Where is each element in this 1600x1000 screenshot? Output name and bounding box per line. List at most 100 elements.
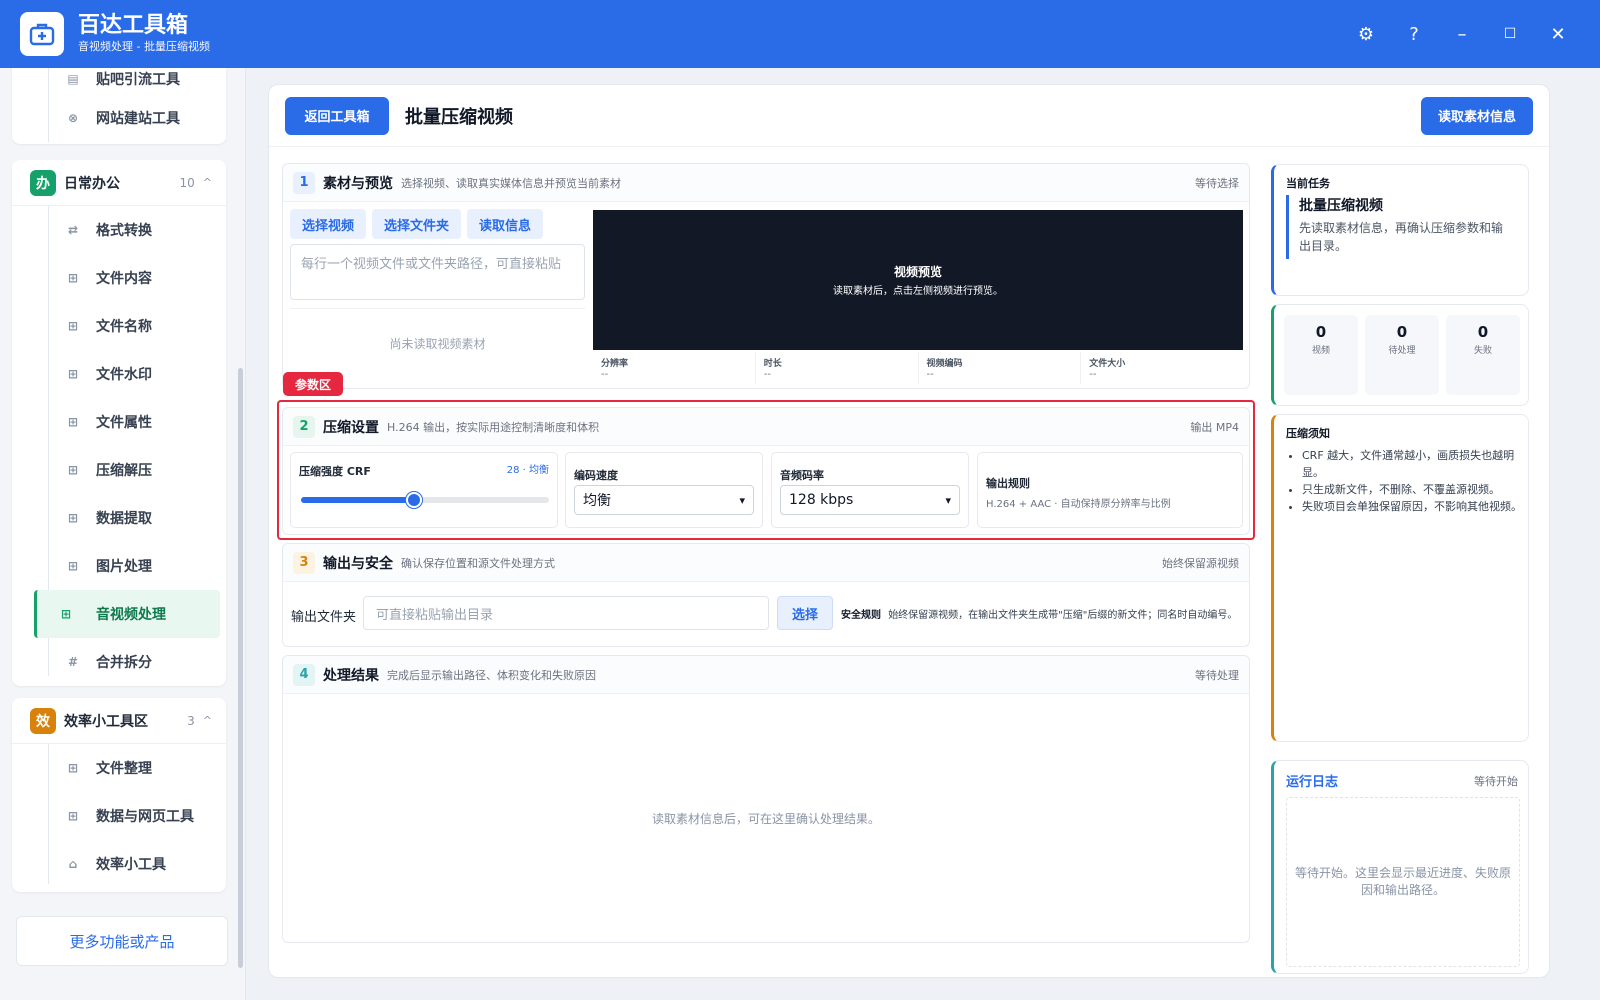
- section-desc: 完成后显示输出路径、体积变化和失败原因: [387, 668, 596, 682]
- section-output-safety: 3 输出与安全 确认保存位置和源文件处理方式 始终保留源视频 输出文件夹 可直接…: [282, 543, 1250, 647]
- meta-value: --: [601, 369, 609, 380]
- sidebar-item-audio-video[interactable]: ⊞ 音视频处理: [34, 590, 220, 638]
- safety-rule-label: 安全规则: [841, 610, 881, 621]
- hash-icon: #: [67, 655, 79, 669]
- section-title: 处理结果: [323, 667, 379, 684]
- chevron-up-icon[interactable]: ^: [203, 176, 212, 189]
- more-products-button[interactable]: 更多功能或产品: [16, 916, 228, 966]
- group-header-office[interactable]: 办 日常办公 10 ^: [12, 160, 226, 206]
- sidebar-item-efficiency-tools[interactable]: ⌂ 效率小工具: [12, 840, 226, 888]
- chevron-down-icon: ▾: [739, 493, 745, 507]
- sidebar-item-data-web-tools[interactable]: ⊞ 数据与网页工具: [12, 792, 226, 840]
- group-name: 效率小工具区: [64, 713, 148, 730]
- stat-number: 0: [1315, 323, 1327, 341]
- sidebar-item-tieba[interactable]: ▤ 贴吧引流工具: [12, 68, 226, 94]
- grid-icon: ⊞: [67, 559, 79, 573]
- notice-item: CRF 越大，文件通常越小，画质损失也越明显。: [1302, 447, 1524, 481]
- back-to-toolbox-button[interactable]: 返回工具箱: [285, 96, 389, 135]
- path-input[interactable]: 每行一个视频文件或文件夹路径，可直接粘贴: [290, 244, 585, 300]
- param-area-tag: 参数区: [283, 372, 343, 396]
- sidebar-item-website[interactable]: ⊗ 网站建站工具: [12, 94, 226, 142]
- output-rule-card: 输出规则 H.264 + AAC · 自动保持原分辨率与比例: [977, 452, 1243, 528]
- stat-failed: 0 失败: [1446, 315, 1520, 395]
- main-header: 返回工具箱 批量压缩视频 读取素材信息: [269, 85, 1549, 147]
- grid-icon: ⊞: [67, 809, 79, 823]
- output-folder-label: 输出文件夹: [291, 610, 357, 625]
- help-icon[interactable]: ?: [1390, 10, 1438, 58]
- choose-folder-button[interactable]: 选择: [777, 596, 833, 630]
- stat-number: 0: [1396, 323, 1408, 341]
- output-rule-label: 输出规则: [986, 477, 1030, 490]
- grid-icon: ⊞: [67, 271, 79, 285]
- sidebar-item-compress-extract[interactable]: ⊞ 压缩解压: [12, 446, 226, 494]
- section-compress-settings: 2 压缩设置 H.264 输出，按实际用途控制清晰度和体积 输出 MP4 压缩强…: [282, 407, 1250, 535]
- preview-title: 视频预览: [893, 265, 942, 279]
- select-folder-button[interactable]: 选择文件夹: [372, 209, 462, 239]
- notice-item: 失败项目会单独保留原因，不影响其他视频。: [1302, 498, 1524, 515]
- audio-bitrate-select[interactable]: 128 kbps ▾: [780, 485, 960, 515]
- task-desc: 先读取素材信息，再确认压缩参数和输出目录。: [1299, 221, 1504, 253]
- sidebar-item-image-process[interactable]: ⊞ 图片处理: [12, 542, 226, 590]
- section-number: 3: [293, 551, 315, 574]
- sidebar-item-merge-split[interactable]: # 合并拆分: [12, 638, 226, 686]
- group-count: 3: [187, 713, 195, 728]
- safety-rule-text: 始终保留源视频，在输出文件夹生成带"压缩"后缀的新文件；同名时自动编号。: [888, 610, 1238, 621]
- audio-label: 音频码率: [780, 469, 824, 482]
- title-bar: 百达工具箱 音视频处理 - 批量压缩视频 ⚙ ? – ☐ ✕: [0, 0, 1600, 68]
- sidebar-item-file-name[interactable]: ⊞ 文件名称: [12, 302, 226, 350]
- speed-select[interactable]: 均衡 ▾: [574, 485, 754, 515]
- sidebar-scrollbar[interactable]: [238, 368, 243, 968]
- log-title: 运行日志: [1286, 775, 1339, 790]
- app-logo-icon: [20, 12, 64, 56]
- meta-label: 时长: [763, 359, 782, 369]
- maximize-icon[interactable]: ☐: [1486, 10, 1534, 58]
- grid-icon: ⊞: [67, 761, 79, 775]
- section-status: 输出 MP4: [1190, 420, 1239, 434]
- meta-label: 视频编码: [926, 359, 963, 369]
- output-rule-text: H.264 + AAC · 自动保持原分辨率与比例: [986, 499, 1171, 510]
- sidebar-item-file-organize[interactable]: ⊞ 文件整理: [12, 744, 226, 792]
- app-title: 百达工具箱: [78, 13, 189, 38]
- read-info-button[interactable]: 读取信息: [467, 209, 544, 239]
- crf-slider-track[interactable]: [301, 492, 549, 508]
- stat-pending: 0 待处理: [1365, 315, 1439, 395]
- section-title: 输出与安全: [323, 555, 393, 572]
- group-header-efficiency[interactable]: 效 效率小工具区 3 ^: [12, 698, 226, 744]
- stat-videos: 0 视频: [1284, 315, 1358, 395]
- sidebar-group-office: 办 日常办公 10 ^ ⇄ 格式转换 ⊞ 文件内容 ⊞ 文件名称 ⊞ 文件水印 ⊞ 文件属…: [12, 160, 226, 686]
- read-media-info-button[interactable]: 读取素材信息: [1421, 96, 1533, 135]
- minimize-icon[interactable]: –: [1438, 10, 1486, 58]
- section-status: 等待选择: [1195, 176, 1239, 190]
- sidebar-item-data-extract[interactable]: ⊞ 数据提取: [12, 494, 226, 542]
- stat-label: 失败: [1473, 346, 1492, 356]
- meta-label: 分辨率: [601, 359, 629, 369]
- close-icon[interactable]: ✕: [1534, 10, 1582, 58]
- sidebar-group-efficiency: 效 效率小工具区 3 ^ ⊞ 文件整理 ⊞ 数据与网页工具 ⌂ 效率小工具: [12, 698, 226, 892]
- sidebar-item-format-convert[interactable]: ⇄ 格式转换: [12, 206, 226, 254]
- chevron-down-icon: ▾: [945, 493, 951, 507]
- crf-slider-handle[interactable]: [405, 492, 422, 508]
- video-preview[interactable]: 视频预览 读取素材后，点击左侧视频进行预览。: [593, 210, 1243, 350]
- sidebar-item-file-attributes[interactable]: ⊞ 文件属性: [12, 398, 226, 446]
- crf-slider-fill: [301, 497, 414, 503]
- sidebar-item-file-content[interactable]: ⊞ 文件内容: [12, 254, 226, 302]
- grid-icon: ⊞: [67, 415, 79, 429]
- select-video-button[interactable]: 选择视频: [290, 209, 367, 239]
- section-desc: 确认保存位置和源文件处理方式: [401, 556, 555, 570]
- sidebar-item-file-watermark[interactable]: ⊞ 文件水印: [12, 350, 226, 398]
- chevron-up-icon[interactable]: ^: [203, 714, 212, 727]
- crf-label: 压缩强度 CRF: [299, 465, 371, 478]
- group-count: 10: [179, 175, 195, 190]
- output-folder-input[interactable]: 可直接粘贴输出目录: [363, 596, 769, 630]
- grid-icon: ⊞: [67, 319, 79, 333]
- grid-icon: ⊞: [67, 463, 79, 477]
- settings-icon[interactable]: ⚙: [1342, 10, 1390, 58]
- stats-card: 0 视频 0 待处理 0 失败: [1271, 304, 1529, 406]
- crf-value-text: 28 · 均衡: [506, 465, 549, 476]
- run-log-card: 运行日志 等待开始 等待开始。这里会显示最近进度、失败原因和输出路径。: [1271, 760, 1529, 974]
- office-badge-icon: 办: [30, 169, 56, 196]
- doc-icon: ▤: [67, 72, 79, 86]
- notice-list: CRF 越大，文件通常越小，画质损失也越明显。 只生成新文件，不删除、不覆盖源视…: [1274, 447, 1524, 515]
- section-media-preview: 1 素材与预览 选择视频、读取真实媒体信息并预览当前素材 等待选择 选择视频 选…: [282, 163, 1250, 389]
- section-title: 素材与预览: [323, 175, 393, 192]
